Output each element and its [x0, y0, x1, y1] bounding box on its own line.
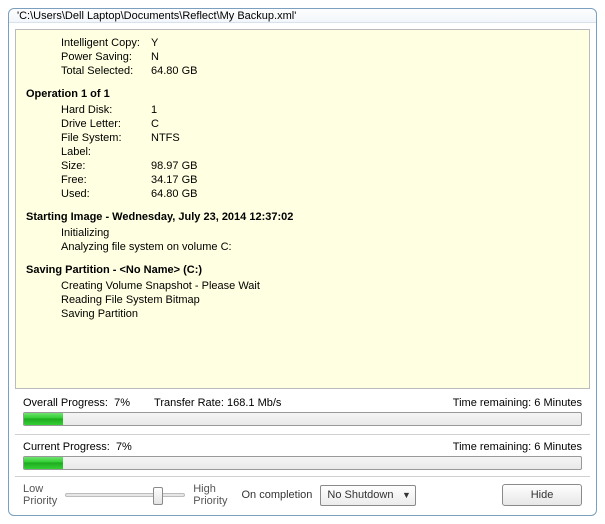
log-row-value: 34.17 GB [151, 173, 579, 187]
window-title: 'C:\Users\Dell Laptop\Documents\Reflect\… [17, 10, 296, 22]
log-line: Analyzing file system on volume C: [26, 240, 579, 254]
chevron-down-icon: ▼ [399, 490, 413, 500]
log-line: Creating Volume Snapshot - Please Wait [26, 279, 579, 293]
starting-heading: Starting Image - Wednesday, July 23, 201… [26, 211, 579, 223]
priority-slider-thumb[interactable] [153, 487, 163, 505]
log-row-value: 1 [151, 103, 579, 117]
log-row-key: Label: [26, 145, 151, 159]
log-row: Used:64.80 GB [26, 187, 579, 201]
overall-progress-fill [24, 413, 63, 425]
log-row: Power Saving:N [26, 50, 579, 64]
log-row-value: NTFS [151, 131, 579, 145]
saving-heading: Saving Partition - <No Name> (C:) [26, 264, 579, 276]
overall-time-remaining: Time remaining: 6 Minutes [453, 397, 582, 409]
log-row: File System:NTFS [26, 131, 579, 145]
current-progress-block: Current Progress: 7% Time remaining: 6 M… [15, 437, 590, 474]
log-row-value: 64.80 GB [151, 64, 579, 78]
client-area: Intelligent Copy:YPower Saving:NTotal Se… [9, 23, 596, 515]
log-row: Intelligent Copy:Y [26, 36, 579, 50]
log-line: Saving Partition [26, 307, 579, 321]
log-row-value [151, 145, 579, 159]
overall-progress-label: Overall Progress: 7% [23, 397, 130, 409]
overall-progress-block: Overall Progress: 7% Transfer Rate: 168.… [15, 389, 590, 430]
low-priority-label: Low Priority [23, 483, 57, 507]
log-line: Initializing [26, 226, 579, 240]
log-row-key: File System: [26, 131, 151, 145]
log-row-value: 64.80 GB [151, 187, 579, 201]
log-panel: Intelligent Copy:YPower Saving:NTotal Se… [15, 29, 590, 389]
footer: Low Priority High Priority On completion… [15, 476, 590, 515]
log-row-value: Y [151, 36, 579, 50]
log-row-key: Size: [26, 159, 151, 173]
on-completion-value: No Shutdown [327, 489, 393, 501]
log-row-key: Free: [26, 173, 151, 187]
log-row: Free:34.17 GB [26, 173, 579, 187]
current-progress-label: Current Progress: 7% [23, 441, 132, 453]
log-row-value: N [151, 50, 579, 64]
log-row-key: Drive Letter: [26, 117, 151, 131]
log-row-key: Intelligent Copy: [26, 36, 151, 50]
separator [15, 434, 590, 435]
log-line: Reading File System Bitmap [26, 293, 579, 307]
log-row-key: Hard Disk: [26, 103, 151, 117]
log-row-value: 98.97 GB [151, 159, 579, 173]
current-time-remaining: Time remaining: 6 Minutes [453, 441, 582, 453]
dialog-window: 'C:\Users\Dell Laptop\Documents\Reflect\… [8, 8, 597, 516]
log-row-key: Total Selected: [26, 64, 151, 78]
current-progress-bar [23, 456, 582, 470]
hide-button[interactable]: Hide [502, 484, 582, 506]
overall-progress-bar [23, 412, 582, 426]
priority-slider[interactable] [65, 485, 185, 505]
log-row: Drive Letter:C [26, 117, 579, 131]
log-row: Hard Disk:1 [26, 103, 579, 117]
high-priority-label: High Priority [193, 483, 227, 507]
on-completion-label: On completion [241, 489, 312, 501]
on-completion-select[interactable]: No Shutdown ▼ [320, 485, 416, 506]
log-row-key: Used: [26, 187, 151, 201]
log-row-key: Power Saving: [26, 50, 151, 64]
titlebar: 'C:\Users\Dell Laptop\Documents\Reflect\… [9, 9, 596, 23]
log-row-value: C [151, 117, 579, 131]
operation-heading: Operation 1 of 1 [26, 88, 579, 100]
log-row: Total Selected:64.80 GB [26, 64, 579, 78]
current-progress-fill [24, 457, 63, 469]
transfer-rate-label: Transfer Rate: 168.1 Mb/s [154, 397, 281, 409]
log-row: Size:98.97 GB [26, 159, 579, 173]
log-row: Label: [26, 145, 579, 159]
